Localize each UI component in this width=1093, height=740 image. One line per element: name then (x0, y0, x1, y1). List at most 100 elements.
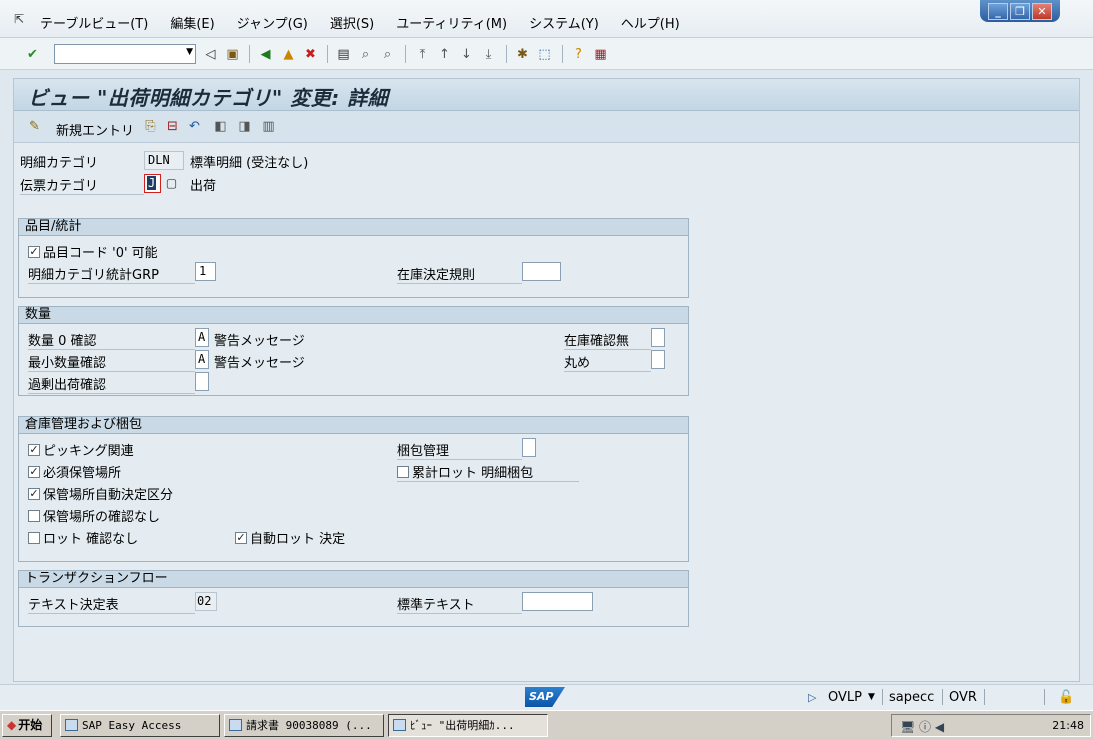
task-invoice[interactable]: 請求書 90038089 (... (224, 714, 384, 737)
clock: 21:48 (1052, 719, 1084, 732)
document-category-field[interactable]: J (144, 174, 161, 193)
last-page-icon[interactable]: ⤓ (480, 46, 497, 63)
task-view-delivery-item-category[interactable]: ﾋﾞｭｰ "出荷明細ｶ... (388, 714, 548, 737)
packing-control-label: 梱包管理 (397, 440, 522, 460)
status-expand-icon[interactable]: ▷ (808, 691, 816, 704)
document-category-value: J (147, 176, 157, 190)
item-category-description: 標準明細 (受注なし) (190, 156, 309, 171)
stock-rule-label: 在庫決定規則 (397, 264, 522, 284)
cancel-icon[interactable]: ✖ (302, 46, 319, 63)
checkbox-label: ピッキング関連 (43, 444, 134, 459)
system-menu-icon[interactable]: ⇱ (14, 12, 24, 26)
over-delivery-check-label: 過剰出荷確認 (28, 374, 195, 394)
menu-system[interactable]: システム(Y) (529, 13, 599, 32)
min-qty-check-label: 最小数量確認 (28, 352, 195, 372)
layout-menu-icon[interactable]: ▦ (592, 46, 609, 63)
command-field[interactable]: ▼ (54, 44, 196, 64)
close-button[interactable]: ✕ (1032, 2, 1052, 20)
min-qty-check-field[interactable]: A (195, 350, 209, 369)
checkbox-label: 品目コード '0' 可能 (43, 246, 158, 261)
start-label: 开始 (18, 718, 43, 732)
material-zero-checkbox[interactable]: ✓ 品目コード '0' 可能 (28, 242, 158, 261)
menu-goto[interactable]: ジャンプ(G) (237, 13, 308, 32)
new-entries-button[interactable]: 新規エントリ (56, 120, 134, 139)
picking-relevant-checkbox[interactable]: ✓ ピッキング関連 (28, 440, 134, 459)
toolbar-separator (405, 45, 406, 63)
pencil-icon[interactable]: ✎ (26, 118, 43, 135)
checkbox-label: 累計ロット 明細梱包 (412, 466, 534, 481)
previous-page-icon[interactable]: ↑ (436, 46, 453, 63)
enter-icon[interactable]: ✔ (24, 46, 41, 63)
rounding-label: 丸め (564, 352, 651, 372)
next-page-icon[interactable]: ↓ (458, 46, 475, 63)
standard-text-field[interactable] (522, 592, 593, 611)
qty-zero-check-label: 数量 0 確認 (28, 330, 195, 350)
qty-zero-check-field[interactable]: A (195, 328, 209, 347)
other-entry-icon[interactable]: ▥ (260, 118, 277, 135)
menu-bar: ⇱ テーブルビュー(T) 編集(E) ジャンプ(G) 選択(S) ユーティリティ… (0, 0, 1093, 38)
no-stock-check-label: 在庫確認無 (564, 330, 651, 350)
first-page-icon[interactable]: ⤒ (414, 46, 431, 63)
menu-edit[interactable]: 編集(E) (170, 13, 214, 32)
undo-change-icon[interactable]: ↶ (186, 118, 203, 135)
checkbox-label: 保管場所自動決定区分 (43, 488, 174, 503)
standard-toolbar: ✔ ▼ ◁ ▣ ◀ ▲ ✖ ▤ ⌕ ⌕ ⤒ ↑ ↓ ⤓ ✱ ⬚ ? ▦ (0, 38, 1093, 70)
next-entry-icon[interactable]: ◨ (236, 118, 253, 135)
create-session-icon[interactable]: ✱ (514, 46, 531, 63)
collapse-arrow-icon[interactable]: ◁ (202, 46, 219, 63)
delete-icon[interactable]: ⊟ (164, 118, 181, 135)
menu-table-view[interactable]: テーブルビュー(T) (40, 13, 148, 32)
toolbar-separator (506, 45, 507, 63)
windows-taskbar: ◆ 开始 SAP Easy Access 請求書 90038089 (... ﾋﾞ… (0, 710, 1093, 740)
menu-utilities[interactable]: ユーティリティ(M) (396, 13, 507, 32)
stat-group-label: 明細カテゴリ統計GRP (28, 264, 195, 284)
storage-location-auto-checkbox[interactable]: ✓ 保管場所自動決定区分 (28, 484, 173, 503)
batch-nocheck-checkbox[interactable]: ロット 確認なし (28, 528, 138, 547)
chevron-down-icon[interactable]: ▼ (868, 692, 875, 702)
text-determination-label: テキスト決定表 (28, 594, 195, 614)
minimize-button[interactable]: _ (988, 2, 1008, 20)
restore-button[interactable]: ❐ (1010, 2, 1030, 20)
windows-flag-icon: ◆ (7, 718, 17, 732)
find-icon[interactable]: ⌕ (357, 46, 374, 63)
value-help-icon[interactable]: ▢ (163, 175, 180, 192)
toolbar-separator (562, 45, 563, 63)
print-icon[interactable]: ▤ (335, 46, 352, 63)
status-separator (942, 689, 943, 705)
status-bar: SAP ▷ OVLP ▼ sapecc OVR 🔓 (0, 684, 1093, 710)
save-icon[interactable]: ▣ (224, 46, 241, 63)
stat-group-field[interactable]: 1 (195, 262, 216, 281)
task-label: 請求書 90038089 (... (246, 719, 372, 732)
group-transaction-flow: トランザクションフロー テキスト決定表 02 標準テキスト (18, 570, 689, 627)
group-material-statistics: 品目/統計 ✓ 品目コード '0' 可能 明細カテゴリ統計GRP 1 在庫決定規… (18, 218, 689, 298)
lock-icon: 🔓 (1058, 690, 1075, 705)
task-sap-easy-access[interactable]: SAP Easy Access (60, 714, 220, 737)
cumulative-batch-packing-checkbox[interactable]: 累計ロット 明細梱包 (397, 462, 579, 482)
input-mode: OVLP (828, 690, 862, 705)
menu-help[interactable]: ヘルプ(H) (621, 13, 680, 32)
checkbox-mark (28, 509, 40, 522)
previous-entry-icon[interactable]: ◧ (212, 118, 229, 135)
over-delivery-check-field[interactable] (195, 372, 209, 391)
exit-icon[interactable]: ▲ (280, 46, 297, 63)
checkbox-label: 必須保管場所 (43, 466, 122, 481)
chevron-down-icon[interactable]: ▼ (186, 47, 193, 57)
packing-control-field[interactable] (522, 438, 536, 457)
auto-batch-determination-checkbox[interactable]: ✓ 自動ロット 決定 (235, 528, 345, 547)
storage-location-required-checkbox[interactable]: ✓ 必須保管場所 (28, 462, 121, 481)
group-title: 倉庫管理および梱包 (19, 417, 688, 434)
checkbox-mark: ✓ (28, 464, 40, 478)
checkbox-mark: ✓ (235, 530, 247, 544)
stock-rule-field[interactable] (522, 262, 561, 281)
checkbox-mark: ✓ (28, 486, 40, 500)
copy-as-icon[interactable]: ⎘ (142, 118, 159, 135)
back-icon[interactable]: ◀ (257, 46, 274, 63)
storage-location-nocheck-checkbox[interactable]: 保管場所の確認なし (28, 506, 160, 525)
no-stock-check-field[interactable] (651, 328, 665, 347)
find-next-icon[interactable]: ⌕ (379, 46, 396, 63)
rounding-field[interactable] (651, 350, 665, 369)
start-button[interactable]: ◆ 开始 (2, 714, 52, 737)
menu-selection[interactable]: 選択(S) (330, 13, 374, 32)
help-icon[interactable]: ? (570, 46, 587, 63)
shortcut-icon[interactable]: ⬚ (536, 46, 553, 63)
